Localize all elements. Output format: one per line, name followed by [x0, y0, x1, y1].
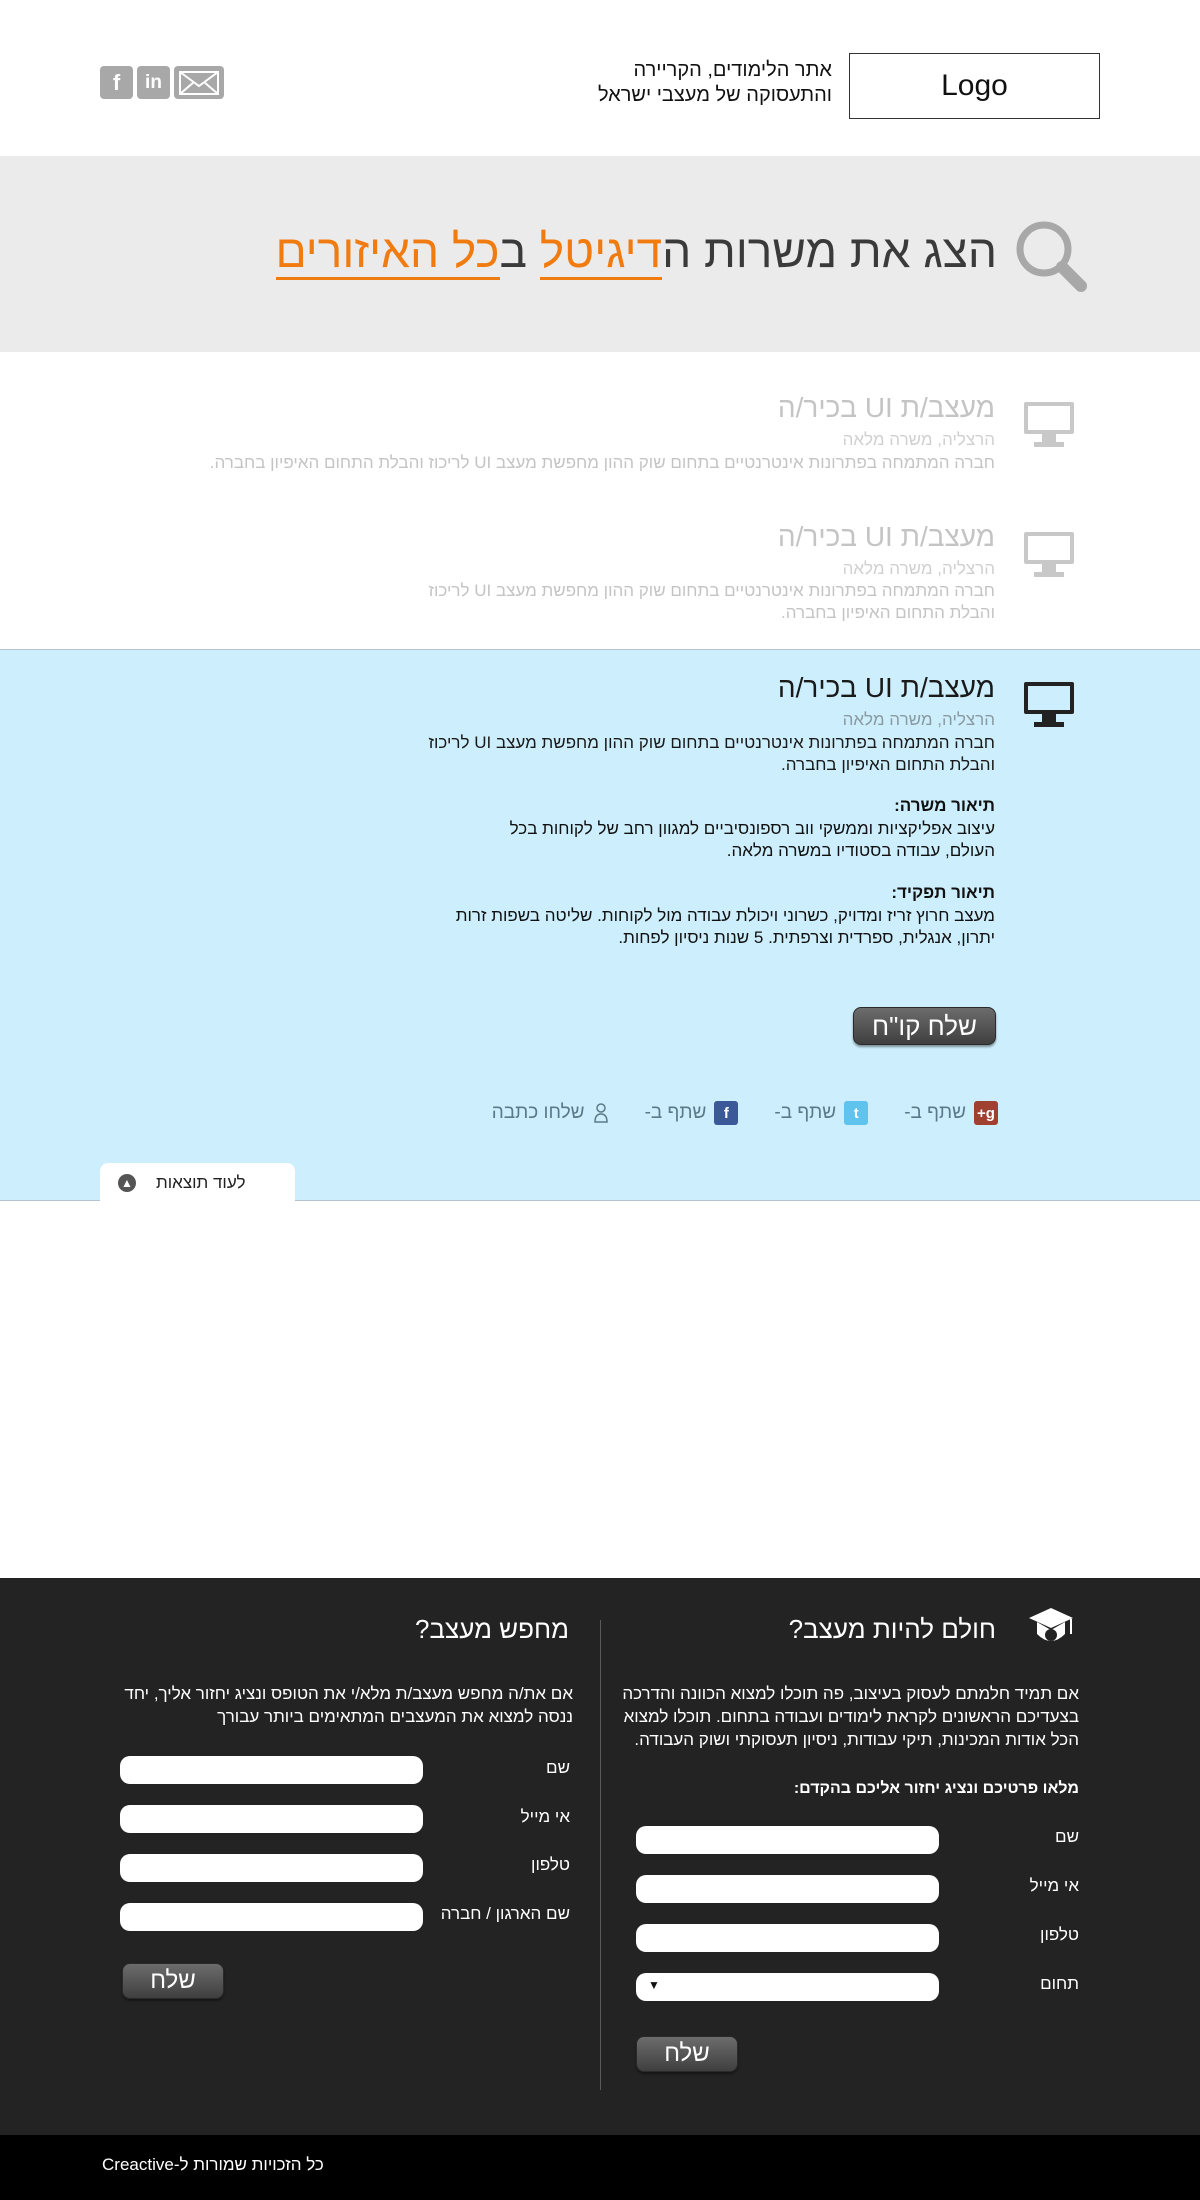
email-label: אי מייל: [520, 1807, 570, 1826]
tagline-line-2: והתעסוקה של מעצבי ישראל: [597, 84, 832, 106]
facebook-icon: f: [714, 1101, 739, 1125]
seeking-name-input[interactable]: [120, 1756, 423, 1784]
more-results-label: לעוד תוצאות: [156, 1172, 246, 1192]
dream-submit-label: שלח: [664, 2040, 710, 2067]
name-label: שם: [1055, 1827, 1079, 1846]
job-description: חברה המתמחה בפתרונות אינטרנטיים בתחום שו…: [428, 581, 995, 622]
graduation-cap-icon: [1027, 1604, 1075, 1657]
job-title[interactable]: מעצב/ת UI בכיר/ה: [778, 672, 995, 704]
search-headline: הצג את משרות הדיגיטל בכל האיזורים: [275, 224, 997, 280]
job-title[interactable]: מעצב/ת UI בכיר/ה: [778, 521, 995, 553]
send-cv-label: שלח קו"ח: [872, 1010, 978, 1041]
dream-text: אם תמיד חלמתם לעסוק בעיצוב, פה תוכלו למצ…: [622, 1684, 1079, 1749]
seeking-title: מחפש מעצב?: [415, 1614, 569, 1644]
share-email[interactable]: שלחו כתבה: [492, 1101, 609, 1125]
role-text: מעצב חרוץ זריז ומדויק, כשרוני ויכולת עבו…: [455, 906, 995, 947]
site-tagline: אתר הלימודים, הקריירה והתעסוקה של מעצבי …: [532, 58, 832, 108]
job-location: הרצליה, משרה מלאה: [842, 710, 995, 729]
person-icon: [593, 1103, 608, 1123]
phone-label: טלפון: [531, 1855, 570, 1874]
tagline-line-1: אתר הלימודים, הקריירה: [633, 59, 833, 81]
dream-submit-button[interactable]: שלח: [636, 2036, 738, 2072]
phone-label: טלפון: [1040, 1925, 1079, 1944]
monitor-icon: [1022, 680, 1076, 735]
linkedin-icon[interactable]: in: [137, 66, 170, 99]
role-heading: תיאור תפקיד:: [891, 883, 995, 902]
mail-icon[interactable]: [174, 66, 224, 99]
share-gplus-label: שתף ב-: [904, 1102, 966, 1123]
share-gplus[interactable]: g+ שתף ב-: [904, 1101, 998, 1125]
seeking-email-input[interactable]: [120, 1805, 423, 1833]
monitor-icon: [1022, 530, 1076, 585]
dream-email-input[interactable]: [636, 1875, 939, 1903]
more-results-tab[interactable]: ▲ לעוד תוצאות: [100, 1163, 295, 1202]
share-email-label: שלחו כתבה: [491, 1102, 585, 1123]
facebook-icon[interactable]: f: [100, 66, 133, 99]
dream-name-input[interactable]: [636, 1826, 939, 1854]
organization-label: שם הארגון / חברה: [440, 1904, 570, 1923]
region-selector[interactable]: כל האיזורים: [275, 225, 500, 280]
job-description: חברה המתמחה בפתרונות אינטרנטיים בתחום שו…: [209, 453, 995, 472]
twitter-icon: t: [844, 1101, 869, 1125]
position-text: עיצוב אפליקציות וממשקי ווב רספונסיביים ל…: [509, 819, 995, 860]
seeking-phone-input[interactable]: [120, 1854, 423, 1882]
share-twitter[interactable]: t שתף ב-: [774, 1101, 869, 1125]
search-icon[interactable]: [1013, 218, 1089, 299]
seeking-submit-button[interactable]: שלח: [122, 1963, 224, 1999]
seeking-organization-input[interactable]: [120, 1903, 423, 1931]
job-description: חברה המתמחה בפתרונות אינטרנטיים בתחום שו…: [428, 733, 995, 774]
share-row: שלחו כתבה f שתף ב- t שתף ב- g+ שתף ב-: [492, 1101, 998, 1125]
search-text-1: הצג את משרות ה: [662, 225, 997, 277]
footer-divider: [600, 1620, 601, 2090]
logo[interactable]: Logo: [849, 53, 1100, 119]
footer-forms: חולם להיות מעצב? אם תמיד חלמתם לעסוק בעי…: [0, 1578, 1200, 2135]
dream-prompt: מלאו פרטיכם ונציג יחזור אליכם בהקדם:: [793, 1780, 1079, 1797]
job-location: הרצליה, משרה מלאה: [842, 559, 995, 578]
social-links: f in: [100, 66, 224, 99]
field-label: תחום: [1040, 1974, 1079, 1993]
logo-text: Logo: [941, 69, 1008, 102]
monitor-icon: [1022, 400, 1076, 455]
dream-title: חולם להיות מעצב?: [788, 1614, 996, 1644]
job-location: הרצליה, משרה מלאה: [842, 430, 995, 449]
share-facebook-label: שתף ב-: [644, 1102, 707, 1123]
share-facebook[interactable]: f שתף ב-: [645, 1101, 739, 1125]
dropdown-arrow-icon: ▼: [648, 1978, 660, 1992]
seeking-text: אם את/ה מחפש מעצב/ת מלא/י את הטופס ונציג…: [124, 1684, 573, 1726]
copyright-bar: כל הזכויות שמורות ל-Creactive: [0, 2135, 1200, 2200]
dream-field-select[interactable]: ▼: [636, 1973, 939, 2001]
seeking-submit-label: שלח: [150, 1967, 196, 1994]
job-listing[interactable]: מעצב/ת UI בכיר/ה הרצליה, משרה מלאה חברה …: [0, 480, 1200, 649]
category-selector[interactable]: דיגיטל: [539, 225, 663, 280]
dream-phone-input[interactable]: [636, 1924, 939, 1952]
search-band: הצג את משרות הדיגיטל בכל האיזורים: [0, 156, 1200, 352]
google-plus-icon: g+: [974, 1101, 998, 1125]
position-heading: תיאור משרה:: [894, 796, 995, 815]
copyright-text: כל הזכויות שמורות ל-Creactive: [102, 2155, 324, 2174]
send-cv-button[interactable]: שלח קו"ח: [853, 1007, 996, 1045]
search-text-2: ב: [499, 225, 540, 277]
name-label: שם: [546, 1758, 570, 1777]
arrow-up-icon: ▲: [118, 1173, 136, 1192]
email-label: אי מייל: [1029, 1876, 1079, 1895]
job-title[interactable]: מעצב/ת UI בכיר/ה: [778, 392, 995, 424]
site-header: Logo אתר הלימודים, הקריירה והתעסוקה של מ…: [0, 0, 1200, 156]
job-listing[interactable]: מעצב/ת UI בכיר/ה הרצליה, משרה מלאה חברה …: [0, 352, 1200, 480]
share-twitter-label: שתף ב-: [774, 1102, 837, 1123]
